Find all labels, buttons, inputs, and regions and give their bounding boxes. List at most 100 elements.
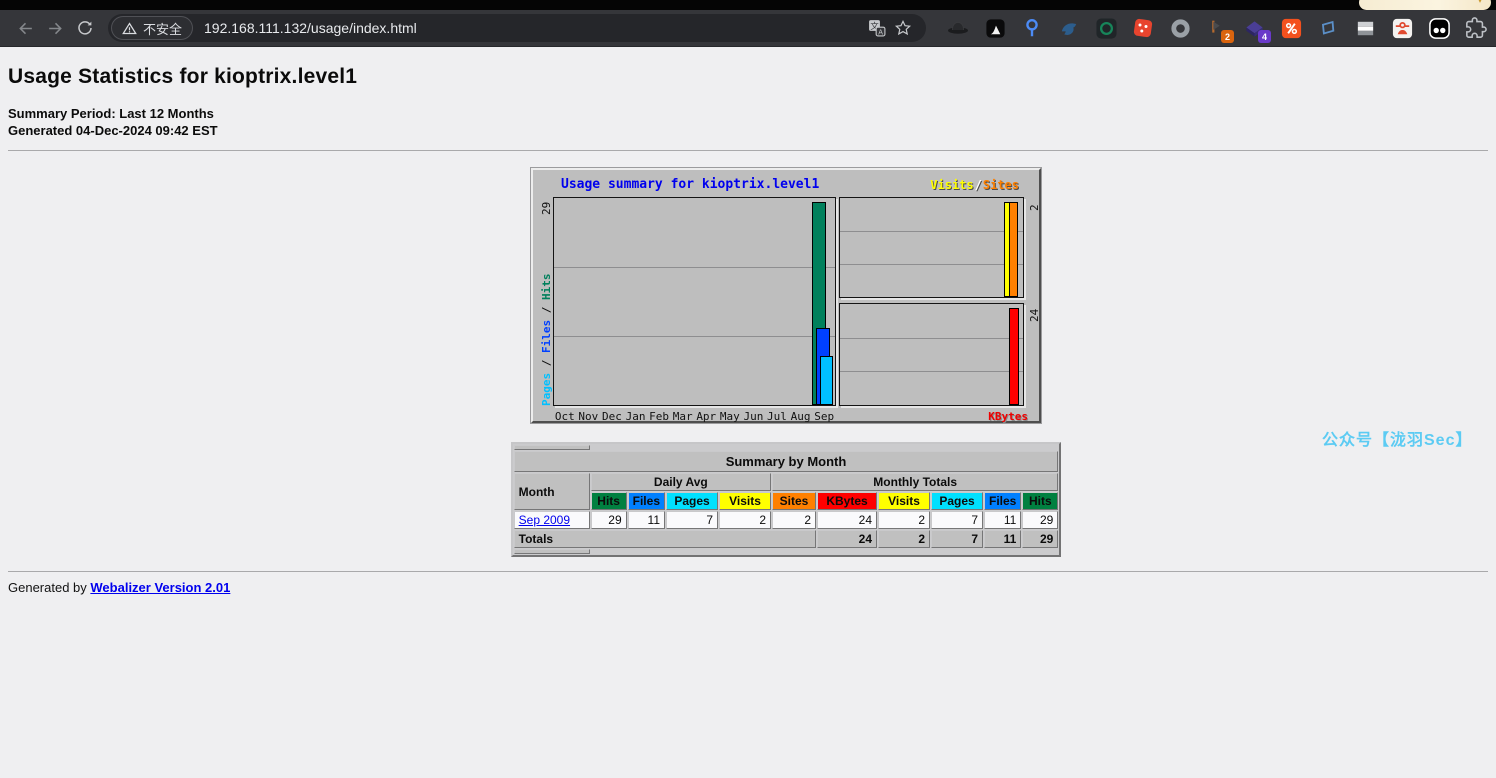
daily-avg-group-header: Daily Avg bbox=[591, 473, 771, 491]
month-axis-labels: OctNovDecJanFebMarAprMayJunJulAugSep bbox=[553, 410, 836, 423]
generated-date-text: Generated 04-Dec-2024 09:42 EST bbox=[8, 122, 1488, 139]
back-button[interactable] bbox=[10, 13, 40, 43]
month-label: Sep bbox=[812, 410, 836, 423]
monthly-sites-header: Sites bbox=[772, 492, 816, 510]
watermark-text: 公众号【泷羽Sec】 bbox=[1322, 426, 1472, 450]
extension-stripes[interactable] bbox=[1353, 16, 1377, 40]
month-label: Nov bbox=[577, 410, 601, 423]
page-title: Usage Statistics for kioptrix.level1 bbox=[8, 65, 1488, 89]
green-ring-icon bbox=[1095, 17, 1118, 40]
hat-icon bbox=[946, 16, 970, 40]
totals-label: Totals bbox=[514, 530, 816, 548]
gridline bbox=[840, 231, 1023, 232]
security-chip-label: 不安全 bbox=[143, 19, 182, 38]
gridline bbox=[840, 371, 1023, 372]
extension-eyes[interactable] bbox=[1427, 16, 1451, 40]
svg-text:A: A bbox=[878, 28, 883, 36]
bookmark-button[interactable] bbox=[890, 15, 916, 41]
forward-arrow-icon bbox=[46, 19, 65, 38]
month-label: Aug bbox=[789, 410, 813, 423]
summary-by-month-table: Summary by Month Month Daily Avg Monthly… bbox=[511, 442, 1062, 557]
extension-badge: 2 bbox=[1221, 30, 1234, 43]
hits-files-pages-plot bbox=[553, 197, 836, 406]
cell-pages: 7 bbox=[931, 511, 983, 529]
cell-kbytes: 24 bbox=[817, 511, 877, 529]
total-pages: 7 bbox=[931, 530, 983, 548]
stripes-icon bbox=[1354, 17, 1377, 40]
notification-popup[interactable]: ▾ bbox=[1359, 0, 1491, 10]
extension-person[interactable] bbox=[1390, 16, 1414, 40]
totals-row: Totals 24 2 7 11 29 bbox=[514, 530, 1059, 548]
chart-legend: Visits/Sites bbox=[930, 178, 1019, 192]
kbytes-plot bbox=[839, 303, 1024, 406]
extension-hook-badge-2[interactable]: 2 bbox=[1205, 16, 1229, 40]
gridline bbox=[554, 267, 835, 268]
total-hits: 29 bbox=[1022, 530, 1058, 548]
reload-button[interactable] bbox=[70, 13, 100, 43]
extension-green-ring[interactable] bbox=[1094, 16, 1118, 40]
gridline bbox=[554, 336, 835, 337]
pin-icon bbox=[1021, 17, 1043, 39]
url-text[interactable]: 192.168.111.132/usage/index.html bbox=[204, 20, 417, 36]
webpage: Usage Statistics for kioptrix.level1 Sum… bbox=[0, 47, 1496, 777]
puzzle-icon bbox=[1465, 17, 1487, 39]
extension-gem-badge-4[interactable]: 4 bbox=[1242, 16, 1266, 40]
translate-icon: 文 A bbox=[867, 18, 887, 38]
monthly-visits-header: Visits bbox=[878, 492, 930, 510]
cell-hits: 29 bbox=[1022, 511, 1058, 529]
webalizer-link[interactable]: Webalizer Version 2.01 bbox=[90, 580, 230, 595]
bird-icon bbox=[1058, 17, 1081, 40]
percent-icon bbox=[1280, 17, 1303, 40]
forward-button[interactable] bbox=[40, 13, 70, 43]
extension-badge: 4 bbox=[1258, 30, 1271, 43]
kbytes-axis-label: KBytes bbox=[988, 410, 1028, 423]
omnibox[interactable]: 不安全 192.168.111.132/usage/index.html 文 A bbox=[108, 14, 926, 42]
cell-sites: 2 bbox=[772, 511, 816, 529]
monthly-hits-header: Hits bbox=[1022, 492, 1058, 510]
legend-visits: Visits bbox=[930, 178, 973, 192]
flask-icon bbox=[984, 17, 1007, 40]
cell-files: 11 bbox=[984, 511, 1021, 529]
extension-percent[interactable] bbox=[1279, 16, 1303, 40]
monthly-totals-group-header: Monthly Totals bbox=[772, 473, 1058, 491]
colored-header-row: Hits Files Pages Visits Sites KBytes Vis… bbox=[514, 492, 1059, 510]
usage-summary-graph: Usage summary for kioptrix.level1 Visits… bbox=[531, 168, 1041, 423]
bottom-divider bbox=[8, 571, 1488, 572]
table-title: Summary by Month bbox=[514, 451, 1059, 472]
browser-toolbar: 不安全 192.168.111.132/usage/index.html 文 A bbox=[0, 10, 1496, 47]
extension-pin[interactable] bbox=[1020, 16, 1044, 40]
cell-daily-pages: 7 bbox=[666, 511, 718, 529]
daily-visits-header: Visits bbox=[719, 492, 771, 510]
sites-bar bbox=[1009, 202, 1018, 297]
person-icon bbox=[1391, 17, 1414, 40]
month-link[interactable]: Sep 2009 bbox=[519, 513, 570, 527]
extension-diamond[interactable] bbox=[1316, 16, 1340, 40]
extensions-menu-button[interactable] bbox=[1464, 16, 1488, 40]
cell-daily-files: 11 bbox=[628, 511, 665, 529]
pages-bar bbox=[820, 356, 833, 405]
extension-bird[interactable] bbox=[1057, 16, 1081, 40]
security-chip[interactable]: 不安全 bbox=[112, 17, 192, 39]
month-label: May bbox=[718, 410, 742, 423]
diamond-outline-icon bbox=[1317, 17, 1339, 39]
cell-visits: 2 bbox=[878, 511, 930, 529]
total-files: 11 bbox=[984, 530, 1021, 548]
translate-button[interactable]: 文 A bbox=[864, 15, 890, 41]
extension-dice[interactable] bbox=[1131, 16, 1155, 40]
notification-caret-icon: ▾ bbox=[1478, 0, 1482, 5]
table-spacer bbox=[514, 445, 590, 450]
footer-prefix: Generated by bbox=[8, 580, 90, 595]
month-label: Feb bbox=[647, 410, 671, 423]
extension-hat[interactable] bbox=[946, 16, 970, 40]
daily-files-header: Files bbox=[628, 492, 665, 510]
legend-separator: / bbox=[974, 178, 983, 192]
footer: Generated by Webalizer Version 2.01 bbox=[8, 580, 1488, 595]
dice-icon bbox=[1131, 16, 1155, 40]
extension-flask[interactable] bbox=[983, 16, 1007, 40]
table-spacer bbox=[514, 549, 590, 554]
left-axis-max-label: 29 bbox=[540, 202, 553, 215]
extensions-row: 2 4 bbox=[946, 16, 1496, 40]
gridline bbox=[840, 338, 1023, 339]
cell-daily-visits: 2 bbox=[719, 511, 771, 529]
extension-gray-ring[interactable] bbox=[1168, 16, 1192, 40]
